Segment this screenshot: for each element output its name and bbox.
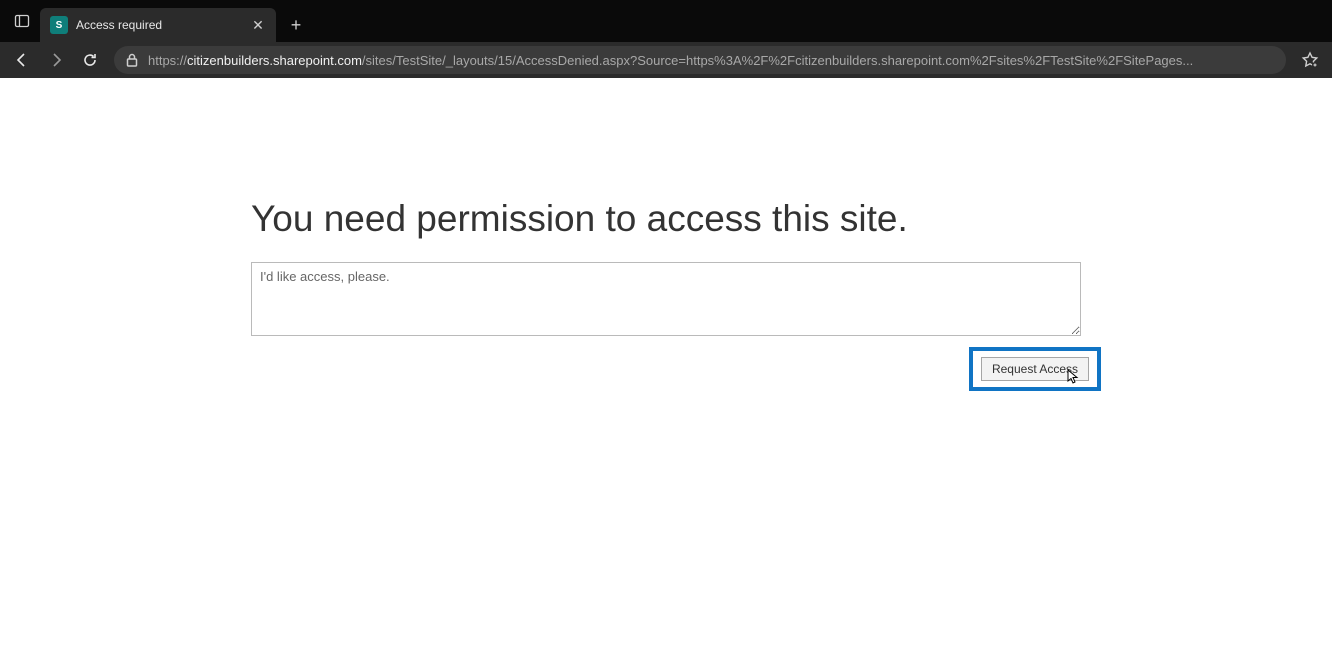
url-path: /sites/TestSite/_layouts/15/AccessDenied… [362, 53, 1193, 68]
button-row: Request Access [251, 347, 1081, 391]
tab-title: Access required [76, 18, 250, 32]
lock-icon [124, 52, 140, 68]
url-text: https://citizenbuilders.sharepoint.com/s… [148, 53, 1276, 68]
tab-bar: S Access required ✕ + [0, 0, 1332, 42]
browser-chrome: S Access required ✕ + https://citizenbui… [0, 0, 1332, 78]
browser-tab[interactable]: S Access required ✕ [40, 8, 276, 42]
address-bar[interactable]: https://citizenbuilders.sharepoint.com/s… [114, 46, 1286, 74]
access-denied-container: You need permission to access this site.… [251, 198, 1081, 391]
sharepoint-favicon: S [50, 16, 68, 34]
browser-toolbar: https://citizenbuilders.sharepoint.com/s… [0, 42, 1332, 78]
favorites-icon[interactable] [1294, 46, 1326, 74]
request-access-button[interactable]: Request Access [981, 357, 1089, 381]
close-tab-icon[interactable]: ✕ [250, 17, 266, 33]
forward-button[interactable] [40, 46, 72, 74]
url-domain: citizenbuilders.sharepoint.com [187, 53, 362, 68]
new-tab-button[interactable]: + [282, 11, 310, 39]
page-heading: You need permission to access this site. [251, 198, 1081, 240]
url-protocol: https:// [148, 53, 187, 68]
back-button[interactable] [6, 46, 38, 74]
highlight-box: Request Access [969, 347, 1101, 391]
tab-actions-icon[interactable] [10, 9, 34, 33]
request-message-input[interactable] [251, 262, 1081, 336]
refresh-button[interactable] [74, 46, 106, 74]
page-content: You need permission to access this site.… [0, 78, 1332, 391]
